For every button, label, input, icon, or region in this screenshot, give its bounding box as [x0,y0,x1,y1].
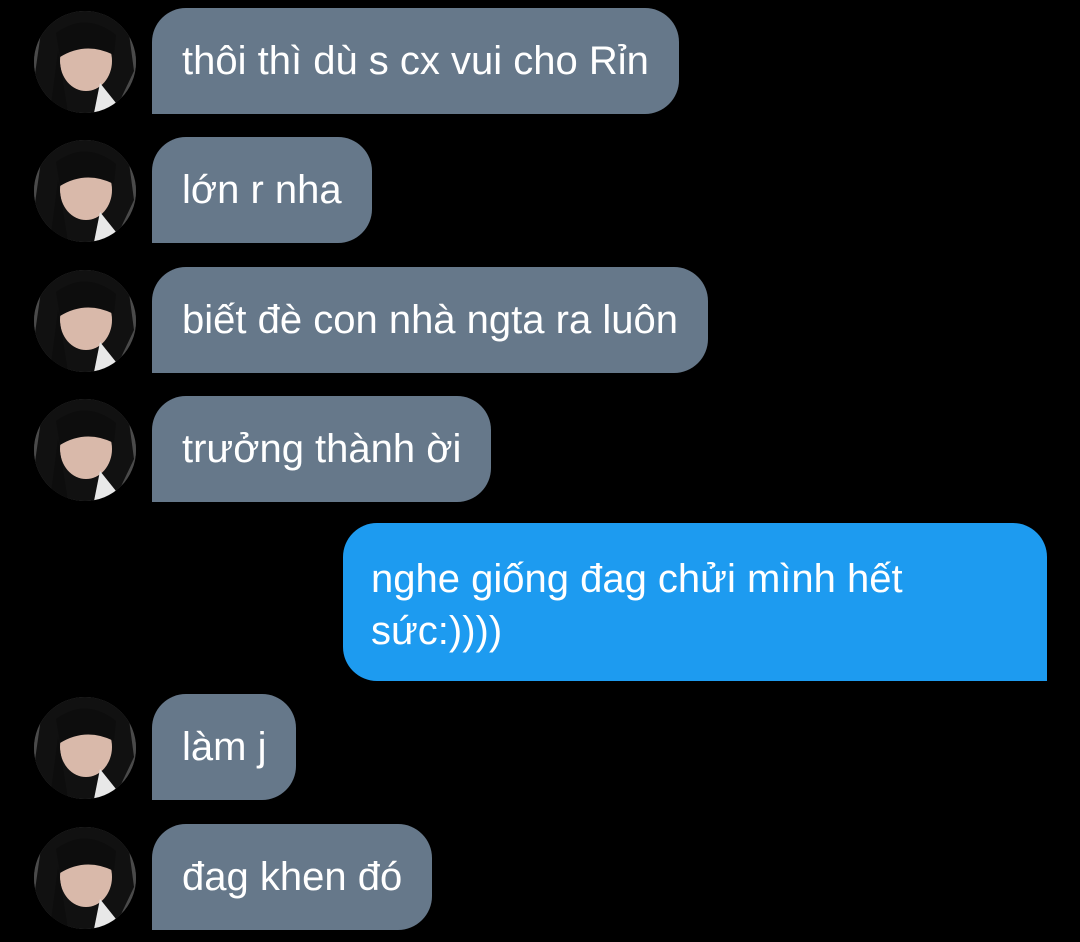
avatar[interactable] [34,399,136,501]
incoming-message[interactable]: trưởng thành ời [152,396,492,502]
avatar-photo-icon [34,140,136,242]
outgoing-message[interactable]: nghe giống đag chửi mình hết sức:)))) [343,523,1047,681]
message-text: trưởng thành ời [182,427,462,471]
avatar-photo-icon [34,697,136,799]
message-text: nghe giống đag chửi mình hết sức:)))) [371,557,903,653]
avatar-photo-icon [34,270,136,372]
avatar-photo-icon [34,399,136,501]
message-text: lớn r nha [182,168,342,212]
incoming-message[interactable]: lớn r nha [152,137,372,243]
incoming-message[interactable]: đag khen đó [152,824,433,930]
avatar-photo-icon [34,827,136,929]
avatar[interactable] [34,270,136,372]
incoming-message[interactable]: thôi thì dù s cx vui cho Rỉn [152,8,679,114]
message-text: thôi thì dù s cx vui cho Rỉn [182,39,649,83]
incoming-message[interactable]: biết đè con nhà ngta ra luôn [152,267,708,373]
avatar[interactable] [34,697,136,799]
message-text: đag khen đó [182,855,403,899]
message-text: làm j [182,725,267,769]
incoming-message[interactable]: làm j [152,694,297,800]
avatar[interactable] [34,827,136,929]
message-text: biết đè con nhà ngta ra luôn [182,298,678,342]
avatar-photo-icon [34,11,136,113]
avatar[interactable] [34,140,136,242]
avatar[interactable] [34,11,136,113]
